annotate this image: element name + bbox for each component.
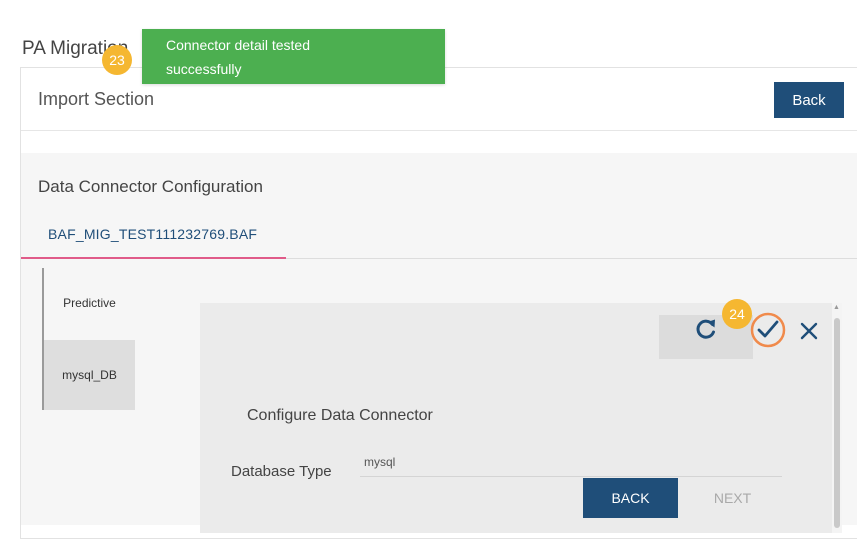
side-item-mysql-db[interactable]: mysql_DB — [44, 340, 135, 410]
active-tab-indicator — [21, 257, 286, 259]
database-type-field[interactable]: mysql — [364, 455, 395, 469]
side-item-predictive[interactable]: Predictive — [44, 268, 135, 338]
import-section-title: Import Section — [38, 89, 155, 109]
dialog-next-button[interactable]: NEXT — [690, 478, 775, 518]
back-button[interactable]: Back — [774, 82, 844, 118]
scroll-up-arrow-icon[interactable]: ▲ — [833, 304, 840, 311]
dialog-back-button[interactable]: BACK — [583, 478, 678, 518]
tab-baf-file[interactable]: BAF_MIG_TEST111232769.BAF — [48, 226, 257, 242]
scrollbar-thumb[interactable] — [834, 318, 840, 528]
step-badge-23: 23 — [102, 45, 132, 75]
toast-line-2: successfully — [166, 61, 242, 77]
section-divider — [21, 130, 857, 131]
refresh-icon[interactable] — [694, 316, 718, 342]
close-icon[interactable] — [798, 320, 820, 342]
step-badge-24: 24 — [722, 299, 752, 329]
success-toast: Connector detail tested successfully — [142, 29, 445, 84]
database-type-label: Database Type — [231, 463, 332, 480]
tab-bar-divider — [286, 258, 857, 259]
database-type-underline — [360, 476, 782, 477]
check-icon[interactable] — [750, 312, 786, 348]
configure-connector-title: Configure Data Connector — [247, 407, 433, 424]
toast-line-1: Connector detail tested — [166, 37, 310, 53]
data-connector-title: Data Connector Configuration — [38, 177, 263, 196]
